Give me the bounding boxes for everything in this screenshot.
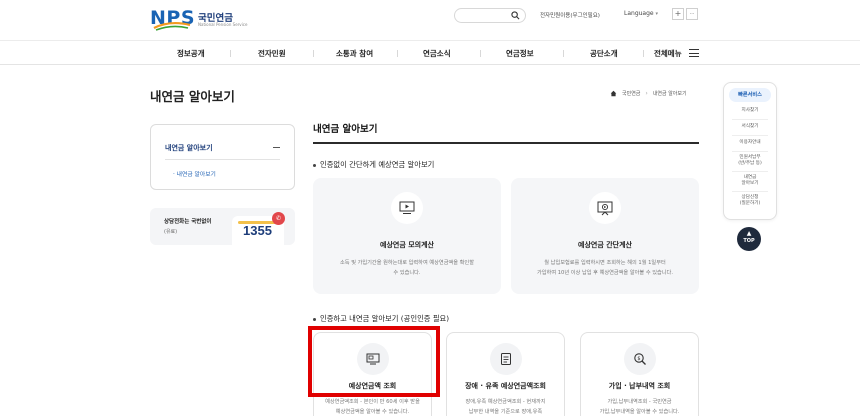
breadcrumb-item-current: 내연금 알아보기 <box>652 91 687 97</box>
nav-item-all-menu[interactable]: 전체메뉴 <box>654 48 682 59</box>
search-icon[interactable] <box>511 11 520 22</box>
monitor-play-icon <box>391 192 423 224</box>
breadcrumb-item[interactable]: 국민연금 <box>622 90 640 97</box>
nav-divider <box>230 50 231 57</box>
nav-item-info-disclosure[interactable]: 정보공개 <box>177 48 205 59</box>
divider <box>732 171 768 172</box>
card-title: 장애 · 유족 예상연금액조회 <box>465 382 546 390</box>
divider <box>165 159 280 160</box>
divider <box>732 119 768 120</box>
card-description: 예상연금액조회 - 본인이 만 60세 이후 받을 예상연금액을 알아볼 수 있습… <box>325 399 420 415</box>
nav-divider <box>563 50 564 57</box>
divider <box>732 151 768 152</box>
quick-service-title: 빠른서비스 <box>729 88 771 102</box>
nav-item-about[interactable]: 공단소개 <box>590 48 618 59</box>
quick-item-find-branch[interactable]: 지사찾기 <box>730 108 770 114</box>
logo-swoosh-icon <box>153 21 191 31</box>
card-disability-survivor-inquiry[interactable]: 장애 · 유족 예상연금액조회 장애,유족 예상연금액조회 - 현재까지 납부한 … <box>446 332 565 416</box>
card-subscription-payment-inquiry[interactable]: $ 가입 · 납부내역 조회 가입,납부내역조회 - 국민연금 가입,납부내역을 … <box>580 332 699 416</box>
card-title: 예상연금 모의계산 <box>380 241 434 249</box>
title-underline <box>313 142 699 144</box>
divider <box>732 135 768 136</box>
card-mock-calculation[interactable]: 예상연금 모의계산 소득 및 가입기간을 원하는대로 입력하여 예상연금액을 확… <box>313 178 501 294</box>
video-board-icon <box>589 192 621 224</box>
language-select[interactable]: Language ▾ <box>624 10 658 17</box>
nav-item-pension-news[interactable]: 연금소식 <box>423 48 451 59</box>
quick-item-payment[interactable]: 민원서납부 (반/주납 등) <box>730 155 770 167</box>
main-nav: 정보공개 전자민원 소통과 참여 연금소식 연금정보 공단소개 전체메뉴 <box>0 40 860 65</box>
card-description: 장애,유족 예상연금액조회 - 현재까지 납부한 내역을 기준으로 장애,유족 <box>465 399 546 415</box>
zoom-in-button[interactable]: + <box>672 8 684 20</box>
nav-item-pension-info[interactable]: 연금정보 <box>506 48 534 59</box>
content-title: 내연금 알아보기 <box>313 124 378 135</box>
scroll-top-button[interactable]: ▲ TOP <box>737 227 761 251</box>
chevron-down-icon: ▾ <box>655 11 659 17</box>
logo-english-text: National Pension Service <box>198 22 248 27</box>
nav-item-communication[interactable]: 소통과 참여 <box>336 48 373 59</box>
sidebar-menu: 내연금 알아보기 · 내연금 알아보기 <box>150 124 295 190</box>
card-description: 월 납입보험료를 입력하시면 조회하는 해의 1월 1일부터 가입하여 10년 이… <box>537 260 673 276</box>
language-label: Language <box>624 10 654 17</box>
document-list-icon <box>489 343 522 375</box>
hamburger-menu-icon[interactable] <box>689 49 699 57</box>
call-center-number: 1355 <box>243 223 272 238</box>
page-title: 내연금 알아보기 <box>150 89 235 104</box>
nav-divider <box>643 50 644 57</box>
collapse-icon[interactable] <box>273 147 280 148</box>
more-button[interactable]: ··· <box>686 8 698 20</box>
card-description: 가입,납부내역조회 - 국민연금 가입,납부내역을 알아볼 수 있습니다. <box>599 399 680 415</box>
section-title-text: 인증없이 간단하게 예상연금 알아보기 <box>320 160 435 169</box>
svg-text:$: $ <box>637 356 640 362</box>
header: NPS 국민연금 National Pension Service 전자민원이용… <box>0 0 860 40</box>
sidebar-subitem-my-pension[interactable]: · 내연금 알아보기 <box>173 169 216 178</box>
e-civil-service-link[interactable]: 전자민원이용(무그인필요) <box>540 11 600 19</box>
chevron-right-icon: › <box>645 90 648 97</box>
quick-item-my-pension[interactable]: 내연금 알아보기 <box>730 175 770 187</box>
arrow-up-icon: ▲ <box>746 230 752 237</box>
call-center-note: (유료) <box>164 229 178 235</box>
section-title-text: 인증하고 내연금 알아보기 (공인인증 필요) <box>320 314 450 323</box>
magnifier-coin-icon: $ <box>623 343 656 375</box>
card-title: 가입 · 납부내역 조회 <box>608 382 671 390</box>
section-title-no-auth: 인증없이 간단하게 예상연금 알아보기 <box>313 160 434 170</box>
quick-service-menu: 빠른서비스 지사찾기 서식찾기 이용자안내 민원서납부 (반/주납 등) 내연금 알… <box>723 82 777 220</box>
phone-icon: ✆ <box>272 212 285 225</box>
divider <box>732 191 768 192</box>
top-label: TOP <box>743 238 755 244</box>
card-description: 소득 및 가입기간을 원하는대로 입력하여 예상연금액을 확인할 수 있습니다. <box>340 260 474 276</box>
quick-item-user-guide[interactable]: 이용자안내 <box>730 140 770 146</box>
section-title-auth: 인증하고 내연금 알아보기 (공인인증 필요) <box>313 314 449 324</box>
highlight-box <box>308 326 440 397</box>
nav-item-e-civil[interactable]: 전자민원 <box>258 48 286 59</box>
breadcrumb: 국민연금 › 내연금 알아보기 <box>610 90 687 97</box>
nav-divider <box>480 50 481 57</box>
nav-divider <box>313 50 314 57</box>
nav-divider <box>397 50 398 57</box>
search-input[interactable] <box>454 8 526 23</box>
card-title: 예상연금 간단계산 <box>578 241 632 249</box>
nps-logo[interactable]: NPS 국민연금 National Pension Service <box>150 7 260 33</box>
quick-item-consultation[interactable]: 상담신청 (질문하기) <box>730 195 770 207</box>
sidebar-item-my-pension[interactable]: 내연금 알아보기 <box>165 143 213 153</box>
home-icon[interactable] <box>610 90 617 97</box>
call-center-title: 상담전화는 국번없이 <box>164 219 212 225</box>
card-simple-calculation[interactable]: 예상연금 간단계산 월 납입보험료를 입력하시면 조회하는 해의 1월 1일부터… <box>511 178 699 294</box>
quick-item-find-forms[interactable]: 서식찾기 <box>730 124 770 130</box>
